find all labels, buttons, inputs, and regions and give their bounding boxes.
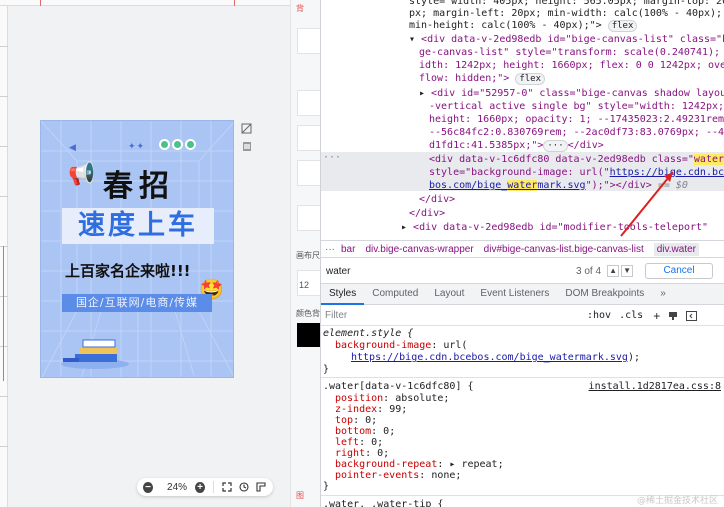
breadcrumb-item[interactable]: bar [341, 244, 355, 255]
fit-screen-icon[interactable] [222, 482, 232, 492]
crop-icon[interactable] [241, 123, 252, 134]
css-declaration[interactable]: https://bige.cdn.bcebos.com/bige_waterma… [351, 352, 640, 363]
zoom-bar: − 24% + [137, 478, 273, 496]
search-cancel-button[interactable]: Cancel [645, 263, 714, 279]
dom-search-bar: water 3 of 4 ▲ ▼ Cancel [321, 260, 724, 282]
tab-styles[interactable]: Styles [321, 283, 365, 305]
hov-toggle[interactable]: :hov [587, 310, 611, 321]
css-brace: } [323, 364, 330, 375]
element-style-selector: element.style { [323, 328, 414, 339]
panel-bottom-icon[interactable]: 图 [296, 490, 304, 501]
styles-tabbar: Styles Computed Layout Event Listeners D… [321, 283, 724, 305]
property-panel: 背 画布尺 12 颜色背 图 [290, 0, 320, 507]
css-declaration[interactable]: right: 0; [335, 448, 389, 459]
canvas-size-label: 画布尺 [296, 251, 320, 260]
css-declaration[interactable]: background-repeat: ▸ repeat; [335, 459, 504, 470]
poster-canvas[interactable]: ◀ ✦✦ 📢 春招 速度上车 上百家名企来啦!!! 🤩 国企/互联网/电商/传媒 [40, 120, 234, 378]
css-declaration[interactable]: pointer-events: none; [335, 470, 461, 481]
paint-icon[interactable] [668, 311, 678, 321]
water-tip-selector: .water, .water-tip { [323, 499, 444, 507]
megaphone-icon: 📢 [68, 161, 96, 186]
panel-field[interactable] [297, 28, 320, 54]
sidebar-toggle-icon[interactable] [686, 310, 698, 321]
poster-title-line1[interactable]: 春招 [103, 161, 175, 205]
bg-color-label: 颜色背 [296, 309, 320, 318]
site-watermark: @稀土掘金技术社区 [636, 496, 718, 506]
breadcrumb-item-active[interactable]: div.water [653, 242, 700, 256]
history-icon[interactable] [239, 482, 249, 492]
devtools-panel: style="width: 405px; height: 565.05px; m… [320, 0, 724, 507]
breadcrumb-item[interactable]: div#bige-canvas-list.bige-canvas-list [484, 244, 644, 255]
tab-computed[interactable]: Computed [364, 283, 426, 305]
css-declaration[interactable]: z-index: 99; [335, 404, 407, 415]
cls-toggle[interactable]: .cls [619, 310, 643, 321]
dom-breadcrumbs: ··· bar div.bige-canvas-wrapper div#bige… [321, 240, 724, 258]
new-rule-button[interactable]: + [653, 309, 660, 323]
poster-subline[interactable]: 上百家名企来啦!!! [65, 260, 191, 281]
filter-input[interactable]: Filter [325, 310, 587, 321]
annotation-arrow [620, 171, 674, 237]
horizontal-ruler [0, 0, 290, 6]
poster-title-line2[interactable]: 速度上车 [62, 208, 214, 244]
search-next-button[interactable]: ▼ [621, 265, 634, 277]
breadcrumb-item[interactable]: div.bige-canvas-wrapper [365, 244, 473, 255]
search-input[interactable]: water [326, 266, 576, 277]
size-value: 12 [299, 280, 310, 290]
css-declaration[interactable]: background-image: url( [335, 340, 467, 351]
poster-tags[interactable]: 国企/互联网/电商/传媒 [62, 294, 212, 312]
css-declaration[interactable]: left: 0; [335, 437, 383, 448]
copy-icon[interactable] [241, 141, 252, 152]
triangle-deco: ◀ [69, 142, 76, 152]
styles-filter-bar: Filter :hov .cls + [321, 306, 724, 326]
panel-top-icon[interactable]: 背 [296, 3, 304, 14]
css-brace: } [323, 481, 330, 492]
tab-layout[interactable]: Layout [426, 283, 472, 305]
css-declaration[interactable]: top: 0; [335, 415, 377, 426]
search-prev-button[interactable]: ▲ [607, 265, 620, 277]
ruler-toggle-icon[interactable] [256, 482, 266, 492]
styles-pane: element.style { background-image: url( h… [321, 327, 724, 507]
stylesheet-link[interactable]: install.1d2817ea.css:8 [589, 381, 721, 392]
color-swatch[interactable] [297, 323, 320, 347]
tab-dom-breakpoints[interactable]: DOM Breakpoints [557, 283, 652, 305]
zoom-level: 24% [167, 481, 188, 493]
css-declaration[interactable]: position: absolute; [335, 393, 449, 404]
water-selector: .water[data-v-1c6dfc80] { [323, 381, 474, 392]
panel-field[interactable] [297, 90, 320, 116]
zoom-in-button[interactable]: + [195, 481, 206, 493]
panel-field[interactable] [297, 160, 320, 186]
canvas-editor: ◀ ✦✦ 📢 春招 速度上车 上百家名企来啦!!! 🤩 国企/互联网/电商/传媒… [0, 0, 290, 507]
books-illustration [61, 339, 129, 369]
zoom-out-button[interactable]: − [143, 481, 154, 493]
sparkle-deco: ✦✦ [128, 141, 146, 151]
css-declaration[interactable]: bottom: 0; [335, 426, 395, 437]
panel-field[interactable] [297, 125, 320, 151]
vertical-ruler [0, 6, 8, 507]
tab-more[interactable]: » [652, 283, 674, 305]
tab-event-listeners[interactable]: Event Listeners [472, 283, 557, 305]
panel-field[interactable] [297, 205, 320, 231]
breadcrumb-overflow[interactable]: ··· [325, 244, 335, 255]
search-count: 3 of 4 [576, 265, 602, 277]
circle-decor [159, 139, 196, 150]
